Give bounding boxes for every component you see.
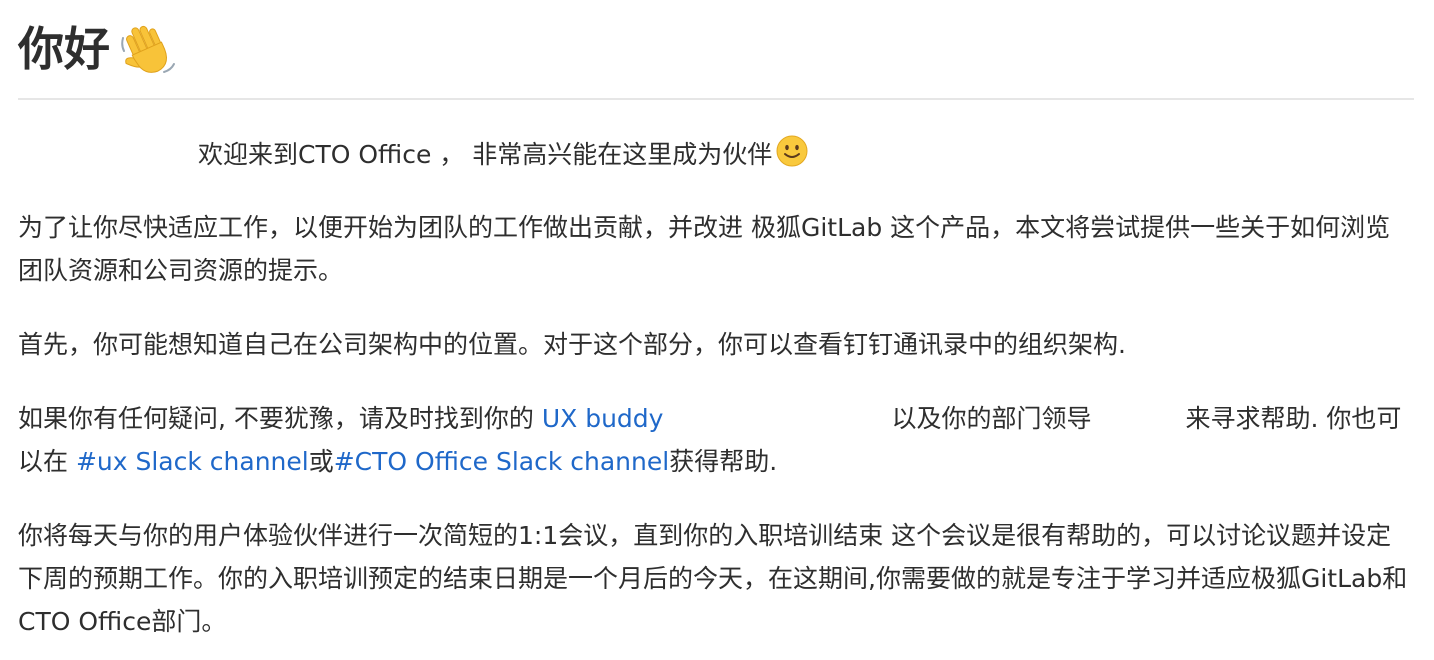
intro-paragraph: 为了让你尽快适应工作，以便开始为团队的工作做出贡献，并改进 极狐GitLab 这… (18, 213, 1391, 285)
page-title: 你好 (18, 22, 110, 76)
smiling-face-svg (776, 135, 808, 167)
help-text-1: 如果你有任何疑问, 不要犹豫，请及时找到你的 (18, 404, 542, 433)
welcome-paragraph: 欢迎来到CTO Office ， 非常高兴能在这里成为伙伴 (18, 133, 1414, 176)
ux-buddy-link[interactable]: UX buddy (542, 404, 664, 433)
smiling-face-icon (776, 135, 808, 167)
help-text-5: 获得帮助. (669, 447, 778, 476)
help-text-2: 以及你的部门领导 (891, 404, 1092, 433)
welcome-text: 欢迎来到CTO Office ， 非常高兴能在这里成为伙伴 (198, 140, 773, 169)
document-page: 你好 欢迎来到CTO Office ， 非常高兴能在这里成为伙伴 为了让你尽快适… (0, 0, 1434, 660)
ux-slack-channel-link[interactable]: #ux Slack channel (76, 447, 309, 476)
title-row: 你好 (18, 0, 1414, 100)
org-paragraph: 首先，你可能想知道自己在公司架构中的位置。对于这个部分，你可以查看钉钉通讯录中的… (18, 330, 1126, 359)
waving-hand-svg (121, 25, 175, 73)
onboarding-paragraph: 你将每天与你的用户体验伙伴进行一次简短的1:1会议，直到你的入职培训结束 这个会… (18, 521, 1408, 636)
help-text-4: 或 (308, 447, 334, 476)
help-paragraph: 如果你有任何疑问, 不要犹豫，请及时找到你的 UX buddy 以及你的部门领导来… (18, 397, 1414, 483)
waving-hand-icon (120, 20, 178, 78)
cto-office-slack-channel-link[interactable]: #CTO Office Slack channel (334, 447, 669, 476)
